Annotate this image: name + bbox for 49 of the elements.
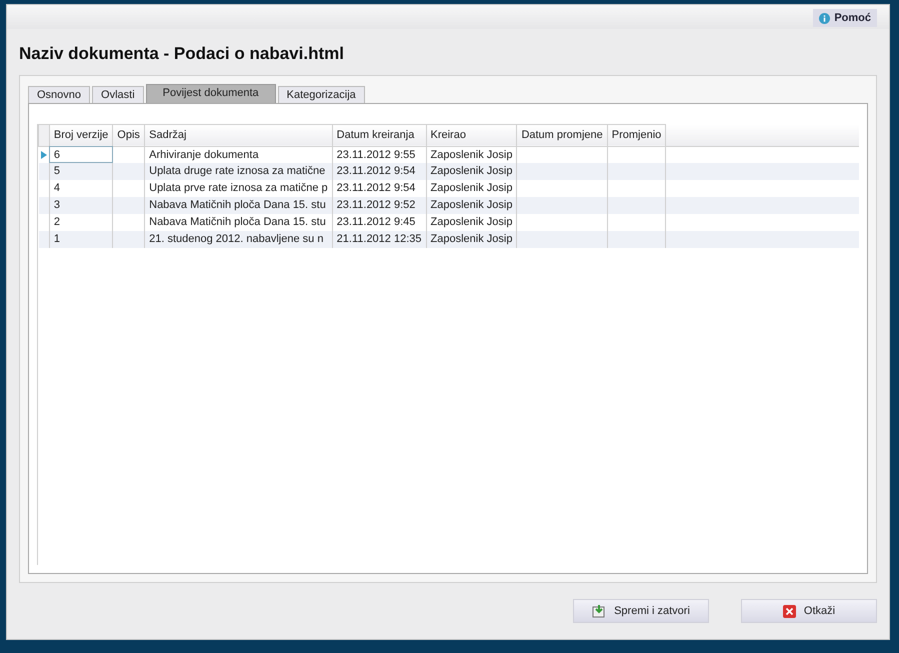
tab[interactable]: Osnovno bbox=[28, 86, 90, 104]
tab[interactable]: Kategorizacija bbox=[278, 86, 365, 104]
column-header[interactable]: Kreirao bbox=[426, 124, 517, 146]
table-cell: 23.11.2012 9:52 bbox=[336, 199, 416, 212]
table-row[interactable]: 2 Nabava Matičnih ploča Dana 15. stu 23.11.2012 9:45 Zaposlenik Josip bbox=[38, 214, 859, 231]
column-header[interactable]: Datum promjene bbox=[516, 124, 608, 146]
info-icon bbox=[819, 12, 830, 24]
column-header[interactable]: Datum kreiranja bbox=[332, 124, 426, 146]
close-icon bbox=[782, 604, 796, 618]
table-cell: 4 bbox=[54, 182, 60, 194]
table-cell: 23.11.2012 9:54 bbox=[336, 165, 416, 178]
table-cell: 2 bbox=[54, 216, 60, 228]
table-cell: 6 bbox=[54, 148, 60, 160]
table-cell: 23.11.2012 9:54 bbox=[336, 182, 416, 194]
table-cell: Zaposlenik Josip bbox=[430, 216, 512, 228]
column-header[interactable]: Sadržaj bbox=[144, 124, 332, 146]
table-cell: Zaposlenik Josip bbox=[430, 148, 512, 160]
table-row[interactable]: 5 Uplata druge rate iznosa za matične 23.11.2012 9:54 Zaposlenik Josip bbox=[38, 163, 859, 180]
help-button[interactable]: Pomoć bbox=[813, 9, 877, 27]
table-cell: Zaposlenik Josip bbox=[430, 199, 512, 212]
column-header[interactable]: Promjenio bbox=[607, 124, 666, 146]
table-cell: 23.11.2012 9:55 bbox=[336, 148, 416, 160]
table-cell: Uplata druge rate iznosa za matične bbox=[149, 165, 326, 178]
table-row[interactable]: 3 Nabava Matičnih ploča Dana 15. stu 23.11.2012 9:52 Zaposlenik Josip bbox=[38, 197, 859, 214]
table-cell: 5 bbox=[54, 165, 60, 178]
table-cell: Zaposlenik Josip bbox=[430, 182, 512, 194]
table-cell: 3 bbox=[54, 199, 60, 212]
table-row[interactable]: 4 Uplata prve rate iznosa za matične p 23.11.2012 9:54 Zaposlenik Josip bbox=[38, 180, 859, 197]
column-header[interactable]: Opis bbox=[112, 124, 145, 146]
row-pointer-icon bbox=[40, 150, 47, 159]
save-icon bbox=[592, 604, 606, 618]
column-header[interactable]: Broj verzije bbox=[49, 124, 113, 146]
cancel-button[interactable]: Otkaži bbox=[741, 599, 877, 623]
table-cell: Zaposlenik Josip bbox=[430, 165, 512, 178]
tab[interactable]: Povijest dokumenta bbox=[146, 84, 276, 104]
table-cell: Zaposlenik Josip bbox=[430, 233, 512, 246]
table-row[interactable]: 1 21. studenog 2012. nabavljene su n 21.11.2012 12:35 Zaposlenik Josip bbox=[38, 231, 859, 248]
table-cell: Uplata prve rate iznosa za matične p bbox=[149, 182, 328, 194]
table-cell: Arhiviranje dokumenta bbox=[149, 148, 259, 160]
table-cell: 1 bbox=[54, 233, 60, 246]
table-cell: Nabava Matičnih ploča Dana 15. stu bbox=[149, 199, 326, 212]
table-cell: 21. studenog 2012. nabavljene su n bbox=[149, 233, 324, 246]
tab[interactable]: Ovlasti bbox=[92, 86, 144, 104]
table-cell: 23.11.2012 9:45 bbox=[336, 216, 416, 228]
table-cell: Nabava Matičnih ploča Dana 15. stu bbox=[149, 216, 326, 228]
window-title: Naziv dokumenta - Podaci o nabavi.html bbox=[19, 43, 345, 65]
table-row[interactable]: 6 Arhiviranje dokumenta 23.11.2012 9:55 Zaposlenik Josip bbox=[38, 146, 859, 163]
save-button[interactable]: Spremi i zatvori bbox=[573, 599, 709, 623]
table-cell: 21.11.2012 12:35 bbox=[336, 233, 422, 246]
